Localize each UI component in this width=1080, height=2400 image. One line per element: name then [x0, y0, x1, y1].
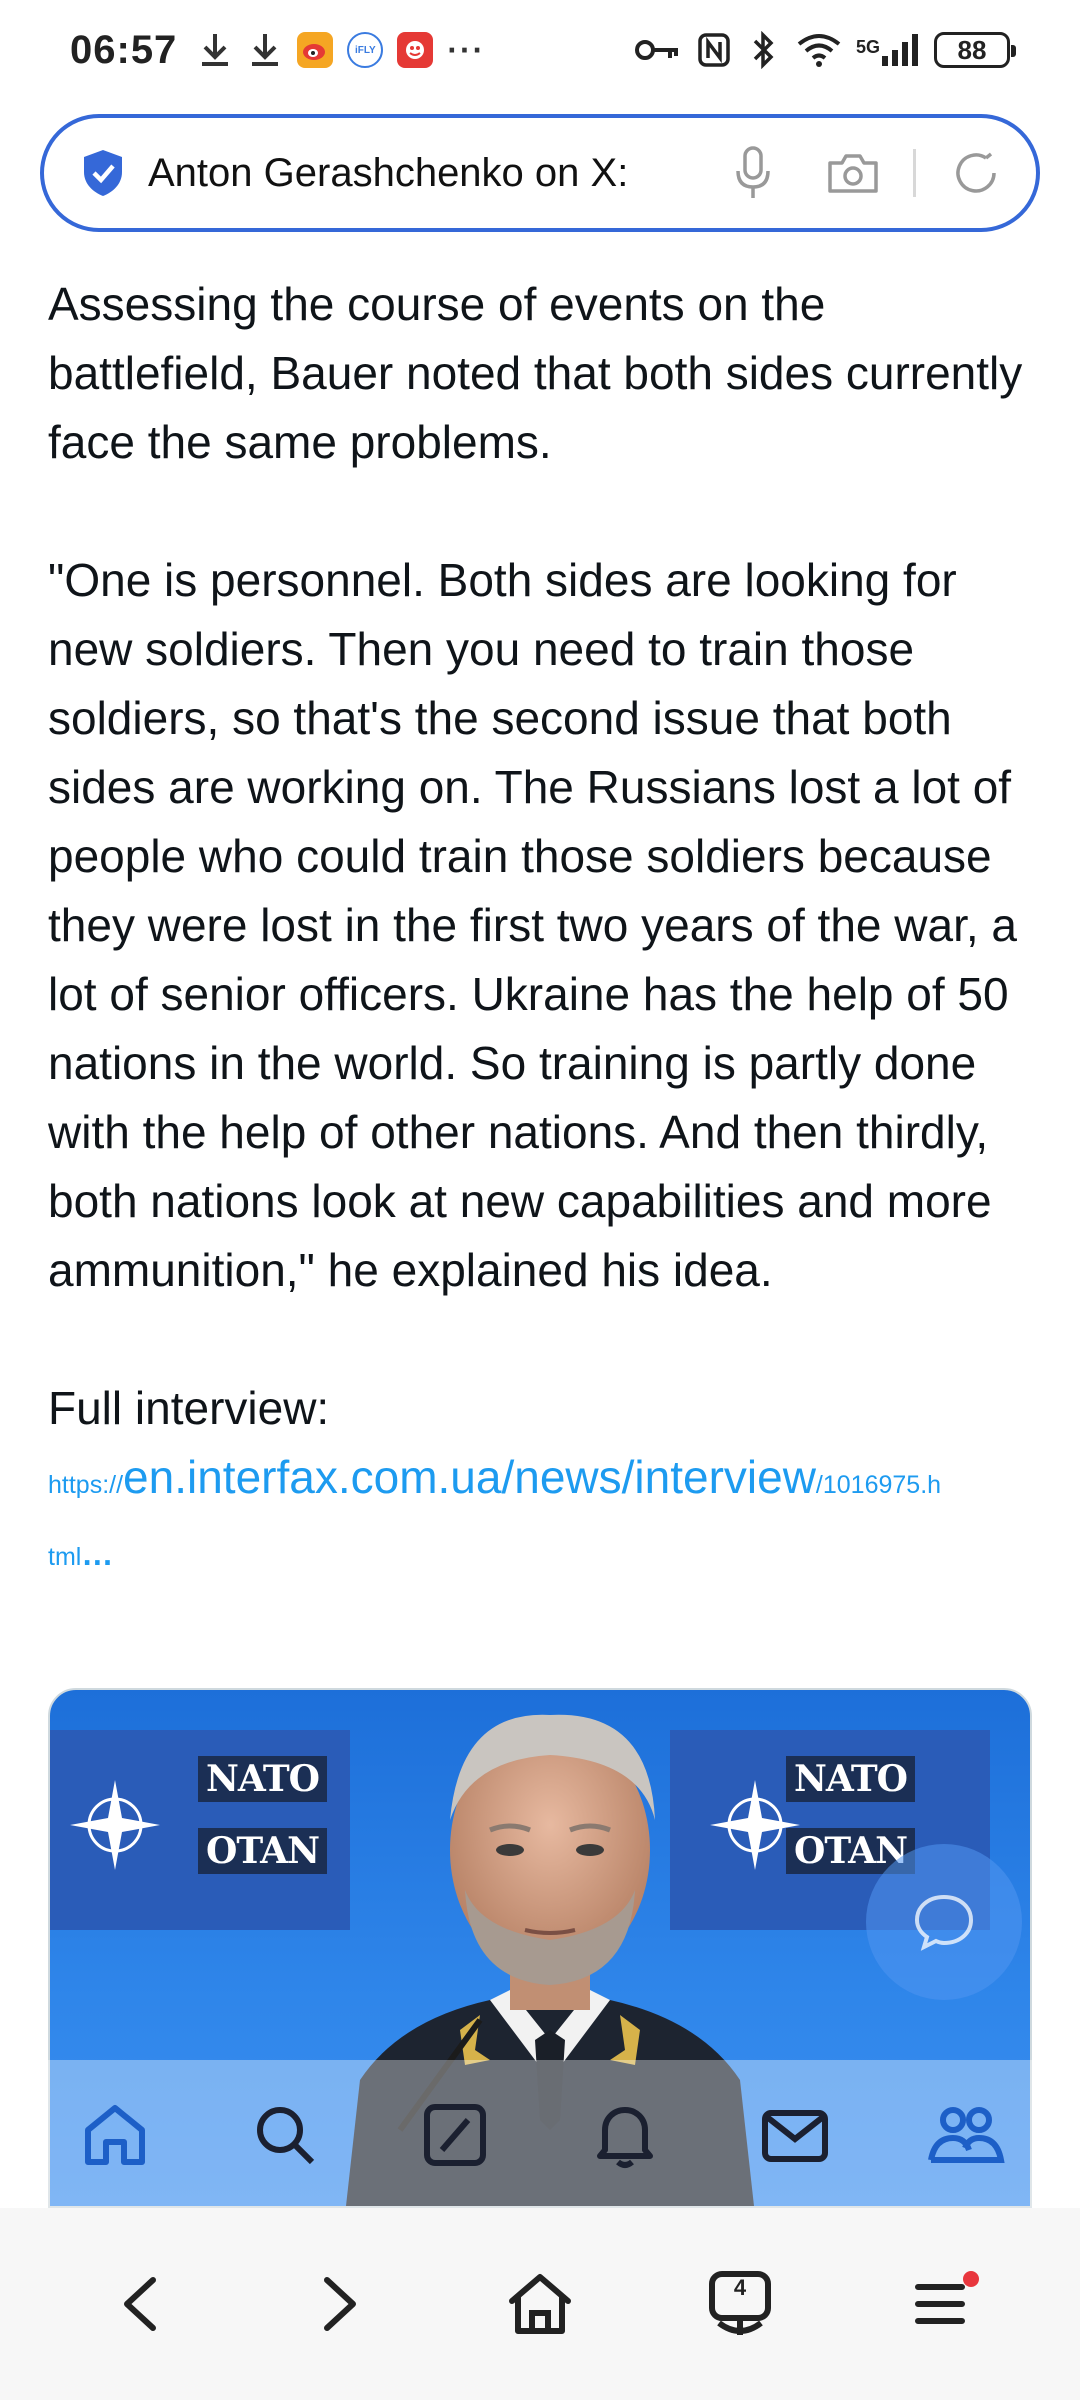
address-bar-divider: [913, 149, 916, 197]
wifi-icon: [796, 32, 842, 68]
menu-notification-dot: [963, 2271, 979, 2287]
search-icon[interactable]: [245, 2095, 325, 2175]
home-icon[interactable]: [495, 2259, 585, 2349]
notifications-icon[interactable]: [585, 2095, 665, 2175]
link-main[interactable]: en.interfax.com.ua/news/interview: [123, 1451, 816, 1503]
weibo-app-icon: [297, 32, 334, 68]
page-title[interactable]: Anton Gerashchenko on X:: [148, 151, 683, 196]
camera-icon[interactable]: [823, 143, 883, 203]
otan-text-left: OTAN: [198, 1828, 328, 1874]
bluetooth-icon: [746, 31, 782, 69]
cell-signal: 5G: [856, 32, 920, 68]
ifly-app-icon: iFLY: [347, 32, 384, 68]
download-icon: [247, 32, 283, 68]
link-scheme[interactable]: https://: [48, 1471, 123, 1499]
microphone-icon[interactable]: [723, 143, 783, 203]
status-time: 06:57: [70, 27, 178, 72]
link-rest[interactable]: /1016975.h: [816, 1471, 941, 1499]
battery-indicator: 88: [934, 32, 1016, 68]
key-icon: [634, 32, 682, 68]
chat-floating-button[interactable]: [866, 1844, 1022, 2000]
menu-icon[interactable]: [895, 2259, 985, 2349]
chat-icon: [914, 1894, 974, 1951]
quote-paragraph: "One is personnel. Both sides are lookin…: [48, 554, 1017, 1296]
x-bottom-nav: [0, 2060, 1080, 2210]
status-bar: 06:57 iFLY ··· 5G 88: [0, 0, 1080, 100]
red-app-icon: [397, 32, 434, 68]
post-content: Assessing the course of events on the ba…: [48, 270, 1038, 1592]
interview-link-tail[interactable]: tml…: [48, 1520, 1038, 1592]
download-icon: [197, 32, 233, 68]
forward-icon[interactable]: [295, 2259, 385, 2349]
communities-icon[interactable]: [925, 2095, 1005, 2175]
network-type: 5G: [855, 37, 880, 57]
reload-icon[interactable]: [946, 143, 1006, 203]
link-ellipsis[interactable]: …: [81, 1536, 113, 1572]
browser-toolbar: 4: [0, 2208, 1080, 2400]
tabs-icon[interactable]: 4: [695, 2259, 785, 2349]
full-interview-label: Full interview:: [48, 1382, 330, 1434]
nfc-icon: [696, 32, 732, 68]
nato-text-right: NATO: [786, 1756, 916, 1802]
signal-bars-icon: [882, 34, 918, 66]
tabs-count: 4: [733, 2275, 747, 2300]
link-tail[interactable]: tml: [48, 1543, 81, 1571]
nato-text-left: NATO: [198, 1756, 328, 1802]
back-icon[interactable]: [95, 2259, 185, 2349]
grok-icon[interactable]: [415, 2095, 495, 2175]
interview-link[interactable]: https://en.interfax.com.ua/news/intervie…: [48, 1443, 1038, 1520]
address-bar[interactable]: Anton Gerashchenko on X:: [40, 114, 1040, 232]
more-notifications-icon: ···: [447, 31, 486, 68]
shield-icon: [80, 148, 126, 198]
system-icons: 5G 88: [634, 31, 1016, 69]
paragraph: Assessing the course of events on the ba…: [48, 278, 1023, 468]
home-icon[interactable]: [75, 2095, 155, 2175]
messages-icon[interactable]: [755, 2095, 835, 2175]
notification-icons: iFLY ···: [197, 32, 485, 69]
